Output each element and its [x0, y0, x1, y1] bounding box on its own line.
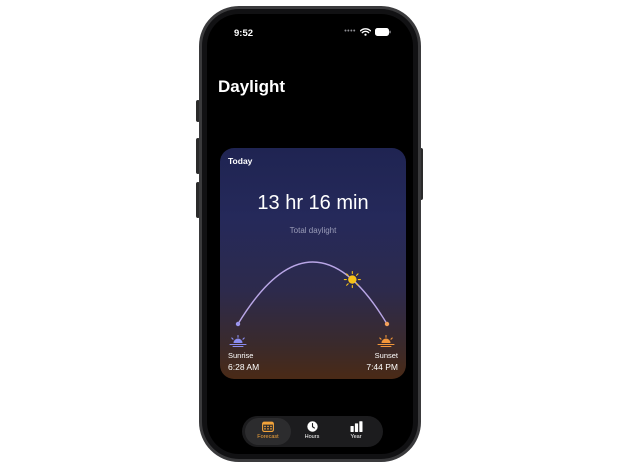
- tab-hours-label: Hours: [304, 434, 320, 440]
- total-daylight-caption: Total daylight: [289, 226, 337, 235]
- sunset-label: Sunset: [374, 351, 398, 360]
- dynamic-island: [278, 23, 338, 40]
- status-indicators: ••••: [344, 28, 391, 36]
- tab-forecast-label: Forecast: [257, 434, 279, 440]
- battery-icon: [375, 28, 391, 36]
- tab-year[interactable]: Year: [333, 418, 379, 445]
- daylight-card[interactable]: Today 13 hr 16 min Total daylight Sunris…: [220, 148, 406, 379]
- sunset-time: 7:44 PM: [366, 362, 398, 372]
- status-time: 9:52: [234, 28, 254, 39]
- daylight-arc: [237, 261, 388, 325]
- page-title: Daylight: [218, 77, 286, 96]
- clock-icon: [306, 421, 318, 432]
- phone-screen: 9:52 •••• Daylight Today 13 hr 16 min To…: [207, 14, 413, 454]
- phone-frame: 9:52 •••• Daylight Today 13 hr 16 min To…: [199, 6, 421, 462]
- total-daylight-value: 13 hr 16 min: [257, 192, 369, 214]
- sunrise-icon: [229, 335, 247, 347]
- sun-icon: [343, 271, 361, 289]
- calendar-icon: [262, 421, 274, 432]
- phone-bezel: 9:52 •••• Daylight Today 13 hr 16 min To…: [202, 9, 418, 459]
- wifi-icon: [360, 28, 371, 36]
- sunrise-label: Sunrise: [228, 351, 254, 360]
- stage: 9:52 •••• Daylight Today 13 hr 16 min To…: [0, 0, 620, 468]
- tab-bar: Forecast Hours Year: [242, 416, 383, 447]
- cellular-signal-icon: ••••: [344, 28, 356, 35]
- tab-hours[interactable]: Hours: [289, 418, 335, 445]
- sunrise-dot: [235, 321, 241, 327]
- tab-year-label: Year: [350, 434, 362, 440]
- sunset-icon: [377, 335, 395, 347]
- card-label: Today: [228, 156, 253, 166]
- sunset-dot: [384, 321, 390, 327]
- sunrise-time: 6:28 AM: [228, 362, 260, 372]
- tab-forecast[interactable]: Forecast: [245, 418, 291, 445]
- bar-chart-icon: [350, 421, 362, 432]
